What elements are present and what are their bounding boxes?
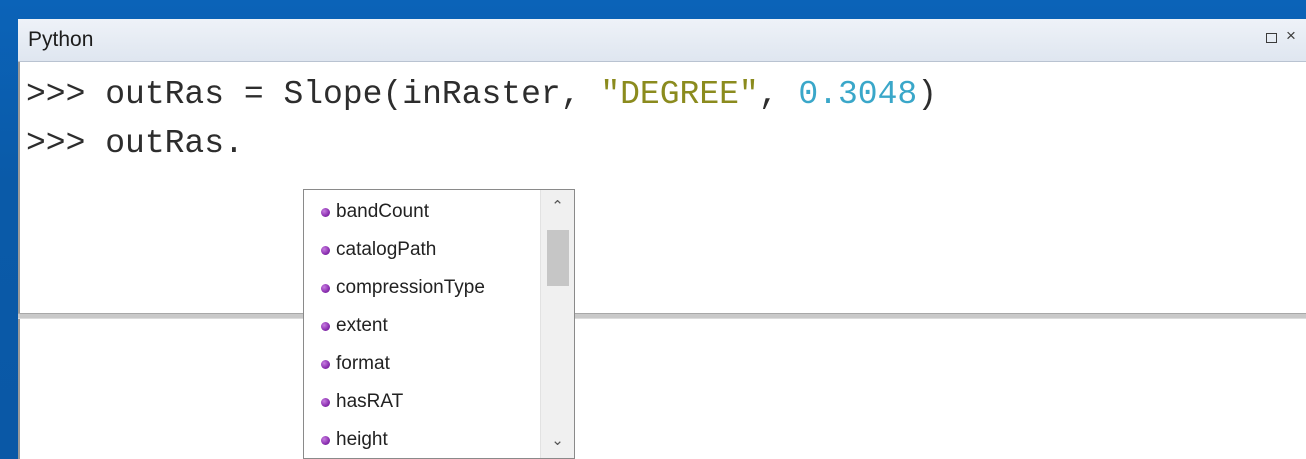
- code-separator: ,: [758, 76, 799, 113]
- property-icon: [321, 398, 330, 407]
- list-item-label: height: [336, 429, 388, 450]
- list-item-label: hasRAT: [336, 391, 404, 412]
- code-close-paren: ): [917, 76, 937, 113]
- list-item[interactable]: catalogPath: [304, 232, 542, 268]
- code-line-1: >>> outRas = Slope(inRaster, "DEGREE", 0…: [26, 76, 937, 116]
- list-item[interactable]: format: [304, 346, 542, 382]
- list-item[interactable]: hasRAT: [304, 384, 542, 420]
- chevron-down-icon[interactable]: ⌄: [541, 426, 574, 456]
- help-pane: [18, 319, 1306, 459]
- code-line-2[interactable]: >>> outRas.: [26, 125, 244, 165]
- code-text: outRas.: [105, 125, 244, 162]
- scroll-thumb[interactable]: [547, 230, 569, 286]
- python-window: Python × >>> outRas = Slope(inRaster, "D…: [18, 19, 1306, 459]
- list-item-label: catalogPath: [336, 239, 437, 260]
- list-item[interactable]: bandCount: [304, 194, 542, 230]
- scrollbar[interactable]: ⌃ ⌄: [540, 190, 574, 458]
- list-item-label: format: [336, 353, 390, 374]
- property-icon: [321, 322, 330, 331]
- list-item-label: extent: [336, 315, 388, 336]
- number-literal: 0.3048: [798, 76, 918, 113]
- restore-icon[interactable]: [1266, 29, 1277, 48]
- window-title: Python: [28, 28, 94, 51]
- list-item[interactable]: extent: [304, 308, 542, 344]
- autocomplete-list[interactable]: bandCount catalogPath compressionType ex…: [303, 189, 575, 459]
- list-item-label: compressionType: [336, 277, 485, 298]
- chevron-up-icon[interactable]: ⌃: [541, 192, 574, 222]
- code-pane[interactable]: >>> outRas = Slope(inRaster, "DEGREE", 0…: [18, 62, 1306, 314]
- list-item-label: bandCount: [336, 201, 429, 222]
- property-icon: [321, 208, 330, 217]
- property-icon: [321, 246, 330, 255]
- code-text: outRas = Slope(inRaster,: [105, 76, 601, 113]
- property-icon: [321, 284, 330, 293]
- property-icon: [321, 436, 330, 445]
- string-literal: "DEGREE": [600, 76, 759, 113]
- list-item[interactable]: height: [304, 422, 542, 458]
- prompt: >>>: [26, 125, 106, 162]
- prompt: >>>: [26, 76, 106, 113]
- title-bar: Python ×: [18, 19, 1306, 62]
- property-icon: [321, 360, 330, 369]
- list-item[interactable]: compressionType: [304, 270, 542, 306]
- close-icon[interactable]: ×: [1286, 27, 1296, 45]
